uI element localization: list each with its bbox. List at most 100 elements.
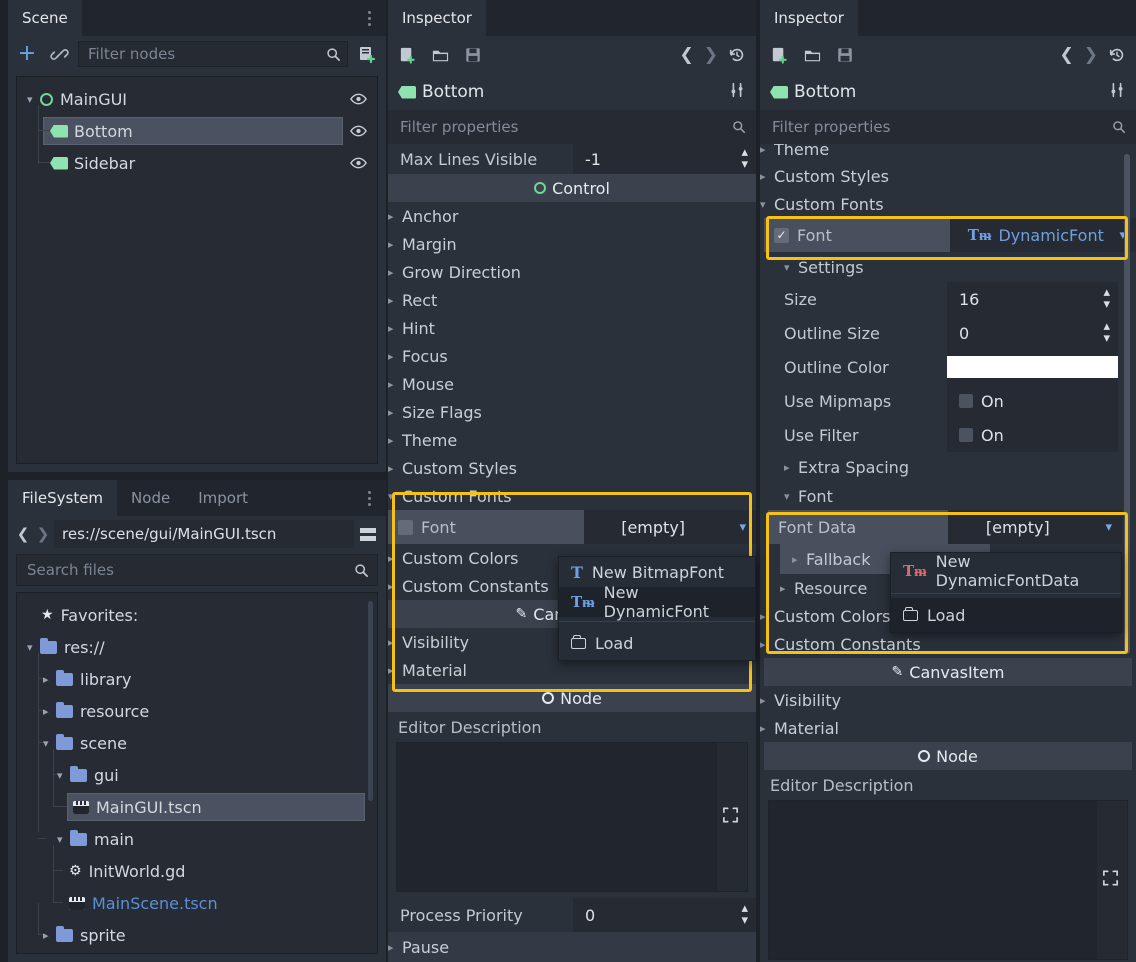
filesystem-tree[interactable]: ★ Favorites: ▾ res:// ▸ library ▸ resource ▾… [16,592,378,954]
prop-group-material[interactable]: ▸ Material [760,714,1136,742]
prop-value[interactable]: On [947,418,1118,452]
prop-outline-color[interactable]: Outline Color [772,350,1136,384]
chevron-down-icon[interactable]: ▾ [784,261,798,274]
visibility-toggle-icon[interactable] [350,115,367,147]
chevron-down-icon[interactable]: ▾ [784,490,798,503]
filter-properties-input-mid[interactable]: Filter properties [388,110,756,144]
prop-group-settings[interactable]: ▾ Settings [772,252,1136,282]
color-swatch[interactable] [947,356,1118,378]
prop-group-custom-fonts[interactable]: ▾ Custom Fonts [760,190,1136,218]
fs-item-scene[interactable]: ▾ scene [17,711,377,759]
object-tools-icon[interactable] [728,81,746,104]
chevron-right-icon[interactable]: ▸ [760,610,774,623]
prop-group-rect[interactable]: ▸ Rect [388,286,756,314]
prop-process-priority[interactable]: Process Priority 0 ▴ ▾ [388,898,756,932]
prop-group-custom-styles[interactable]: ▸ Custom Styles [760,162,1136,190]
chevron-right-icon[interactable]: ▸ [792,553,806,566]
chevron-down-icon[interactable]: ▾ [43,737,56,750]
prop-font-label-cell[interactable]: Font [388,510,584,544]
fs-item-sprite[interactable]: ▸ sprite [17,903,377,951]
prop-group-pause[interactable]: ▸ Pause [388,932,756,962]
scene-tree-item-sidebar[interactable]: Sidebar [17,131,377,179]
prop-font-value-dropdown[interactable]: [empty] ▾ [584,510,756,544]
checkbox-icon[interactable] [959,394,973,408]
filter-nodes-input[interactable]: Filter nodes [78,41,348,67]
tab-node[interactable]: Node [117,480,185,516]
chevron-right-icon[interactable]: ▸ [780,582,794,595]
chevron-right-icon[interactable]: ▸ [388,434,402,447]
chevron-right-icon[interactable]: ▸ [760,144,774,156]
menu-item-new-dynamicfont[interactable]: Tᵯ New DynamicFont [559,583,755,621]
prop-use-mipmaps[interactable]: Use Mipmaps On [772,384,1136,418]
prop-group-mouse[interactable]: ▸ Mouse [388,370,756,398]
chevron-right-icon[interactable]: ▸ [388,210,402,223]
prop-group-anchor[interactable]: ▸ Anchor [388,202,756,230]
chevron-right-icon[interactable]: ▸ [388,552,402,565]
chevron-down-icon[interactable]: ▾ [27,641,40,654]
chevron-down-icon[interactable]: ▾ [388,490,402,503]
history-prev-icon[interactable]: ❮ [1060,45,1074,65]
fs-item-res[interactable]: ▾ res:// [17,631,377,663]
chevron-right-icon[interactable]: ▸ [388,636,402,649]
chevron-down-icon[interactable]: ▾ [57,833,70,846]
prop-size[interactable]: Size 16 ▴ ▾ [772,282,1136,316]
spinner-icon[interactable]: ▴ ▾ [741,902,748,927]
prop-font-data-label-cell[interactable]: Font Data [768,510,948,544]
font-resource-menu-mid[interactable]: T New BitmapFont Tᵯ New DynamicFont Load [558,556,756,661]
prop-max-lines-visible[interactable]: Max Lines Visible -1 ▴ ▾ [388,144,756,174]
prop-font-right[interactable]: ✓ Font Tᵯ DynamicFont ▾ [764,218,1136,252]
prop-group-size-flags[interactable]: ▸ Size Flags [388,398,756,426]
fs-item-main[interactable]: ▾ main [17,807,377,855]
tab-inspector-right[interactable]: Inspector [760,0,858,36]
prop-font-value-dropdown[interactable]: Tᵯ DynamicFont ▾ [950,218,1136,252]
chevron-down-icon[interactable]: ▾ [760,198,774,211]
prop-group-focus[interactable]: ▸ Focus [388,342,756,370]
fs-item-resource[interactable]: ▸ resource [17,679,377,727]
prop-group-margin[interactable]: ▸ Margin [388,230,756,258]
prop-group-hint[interactable]: ▸ Hint [388,314,756,342]
chevron-right-icon[interactable]: ▸ [388,238,402,251]
chevron-right-icon[interactable]: ▸ [784,461,798,474]
open-resource-icon[interactable] [431,46,450,65]
editor-description-textarea[interactable] [396,742,748,892]
chevron-right-icon[interactable]: ▸ [388,406,402,419]
chevron-down-icon[interactable]: ▾ [739,520,746,535]
menu-item-load[interactable]: Load [559,626,755,660]
prop-group-theme[interactable]: ▸ Theme [388,426,756,454]
prop-value[interactable]: 0 ▴ ▾ [573,898,756,932]
chevron-right-icon[interactable]: ▸ [388,462,402,475]
history-next-icon[interactable]: ❯ [704,45,718,65]
fontdata-resource-menu-right[interactable]: Tᵯ New DynamicFontData Load [890,552,1122,633]
fs-item-gui[interactable]: ▾ gui [17,743,377,791]
fs-item-library[interactable]: ▸ library [17,653,377,695]
prop-value[interactable]: 0 ▴ ▾ [947,316,1118,350]
prop-group-grow-direction[interactable]: ▸ Grow Direction [388,258,756,286]
fs-item-maingui-tscn[interactable]: MainGUI.tscn [17,775,377,823]
chevron-right-icon[interactable]: ▸ [388,294,402,307]
history-icon[interactable] [728,46,746,64]
prop-value[interactable] [947,350,1118,384]
history-icon[interactable] [1108,46,1126,64]
scene-tree-item-maingui[interactable]: ▾ MainGUI [17,83,377,115]
back-icon[interactable]: ❮ [14,525,32,543]
prop-value[interactable]: -1 ▴ ▾ [573,144,756,174]
spinner-icon[interactable]: ▴ ▾ [1103,320,1110,345]
save-resource-icon[interactable] [836,46,854,64]
fs-item-mainscene-tscn[interactable]: MainScene.tscn [17,871,377,919]
fs-item-favorites[interactable]: ★ Favorites: [17,599,377,631]
prop-use-filter[interactable]: Use Filter On [772,418,1136,452]
menu-item-load[interactable]: Load [891,598,1121,632]
spinner-icon[interactable]: ▴ ▾ [1103,286,1110,311]
chevron-right-icon[interactable]: ▸ [388,378,402,391]
tab-import[interactable]: Import [184,480,262,516]
forward-icon[interactable]: ❯ [34,525,52,543]
prop-group-theme[interactable]: ▸ Theme [760,144,1136,162]
expand-icon[interactable] [722,807,739,828]
save-resource-icon[interactable] [464,46,482,64]
prop-font-data-value-dropdown[interactable]: [empty] ▾ [948,510,1122,544]
instance-child-scene-icon[interactable] [46,41,72,67]
open-resource-icon[interactable] [803,46,822,65]
chevron-right-icon[interactable]: ▸ [388,322,402,335]
search-files-input[interactable]: Search files [16,554,378,586]
menu-item-new-dynamicfontdata[interactable]: Tᵯ New DynamicFontData [891,552,1121,590]
